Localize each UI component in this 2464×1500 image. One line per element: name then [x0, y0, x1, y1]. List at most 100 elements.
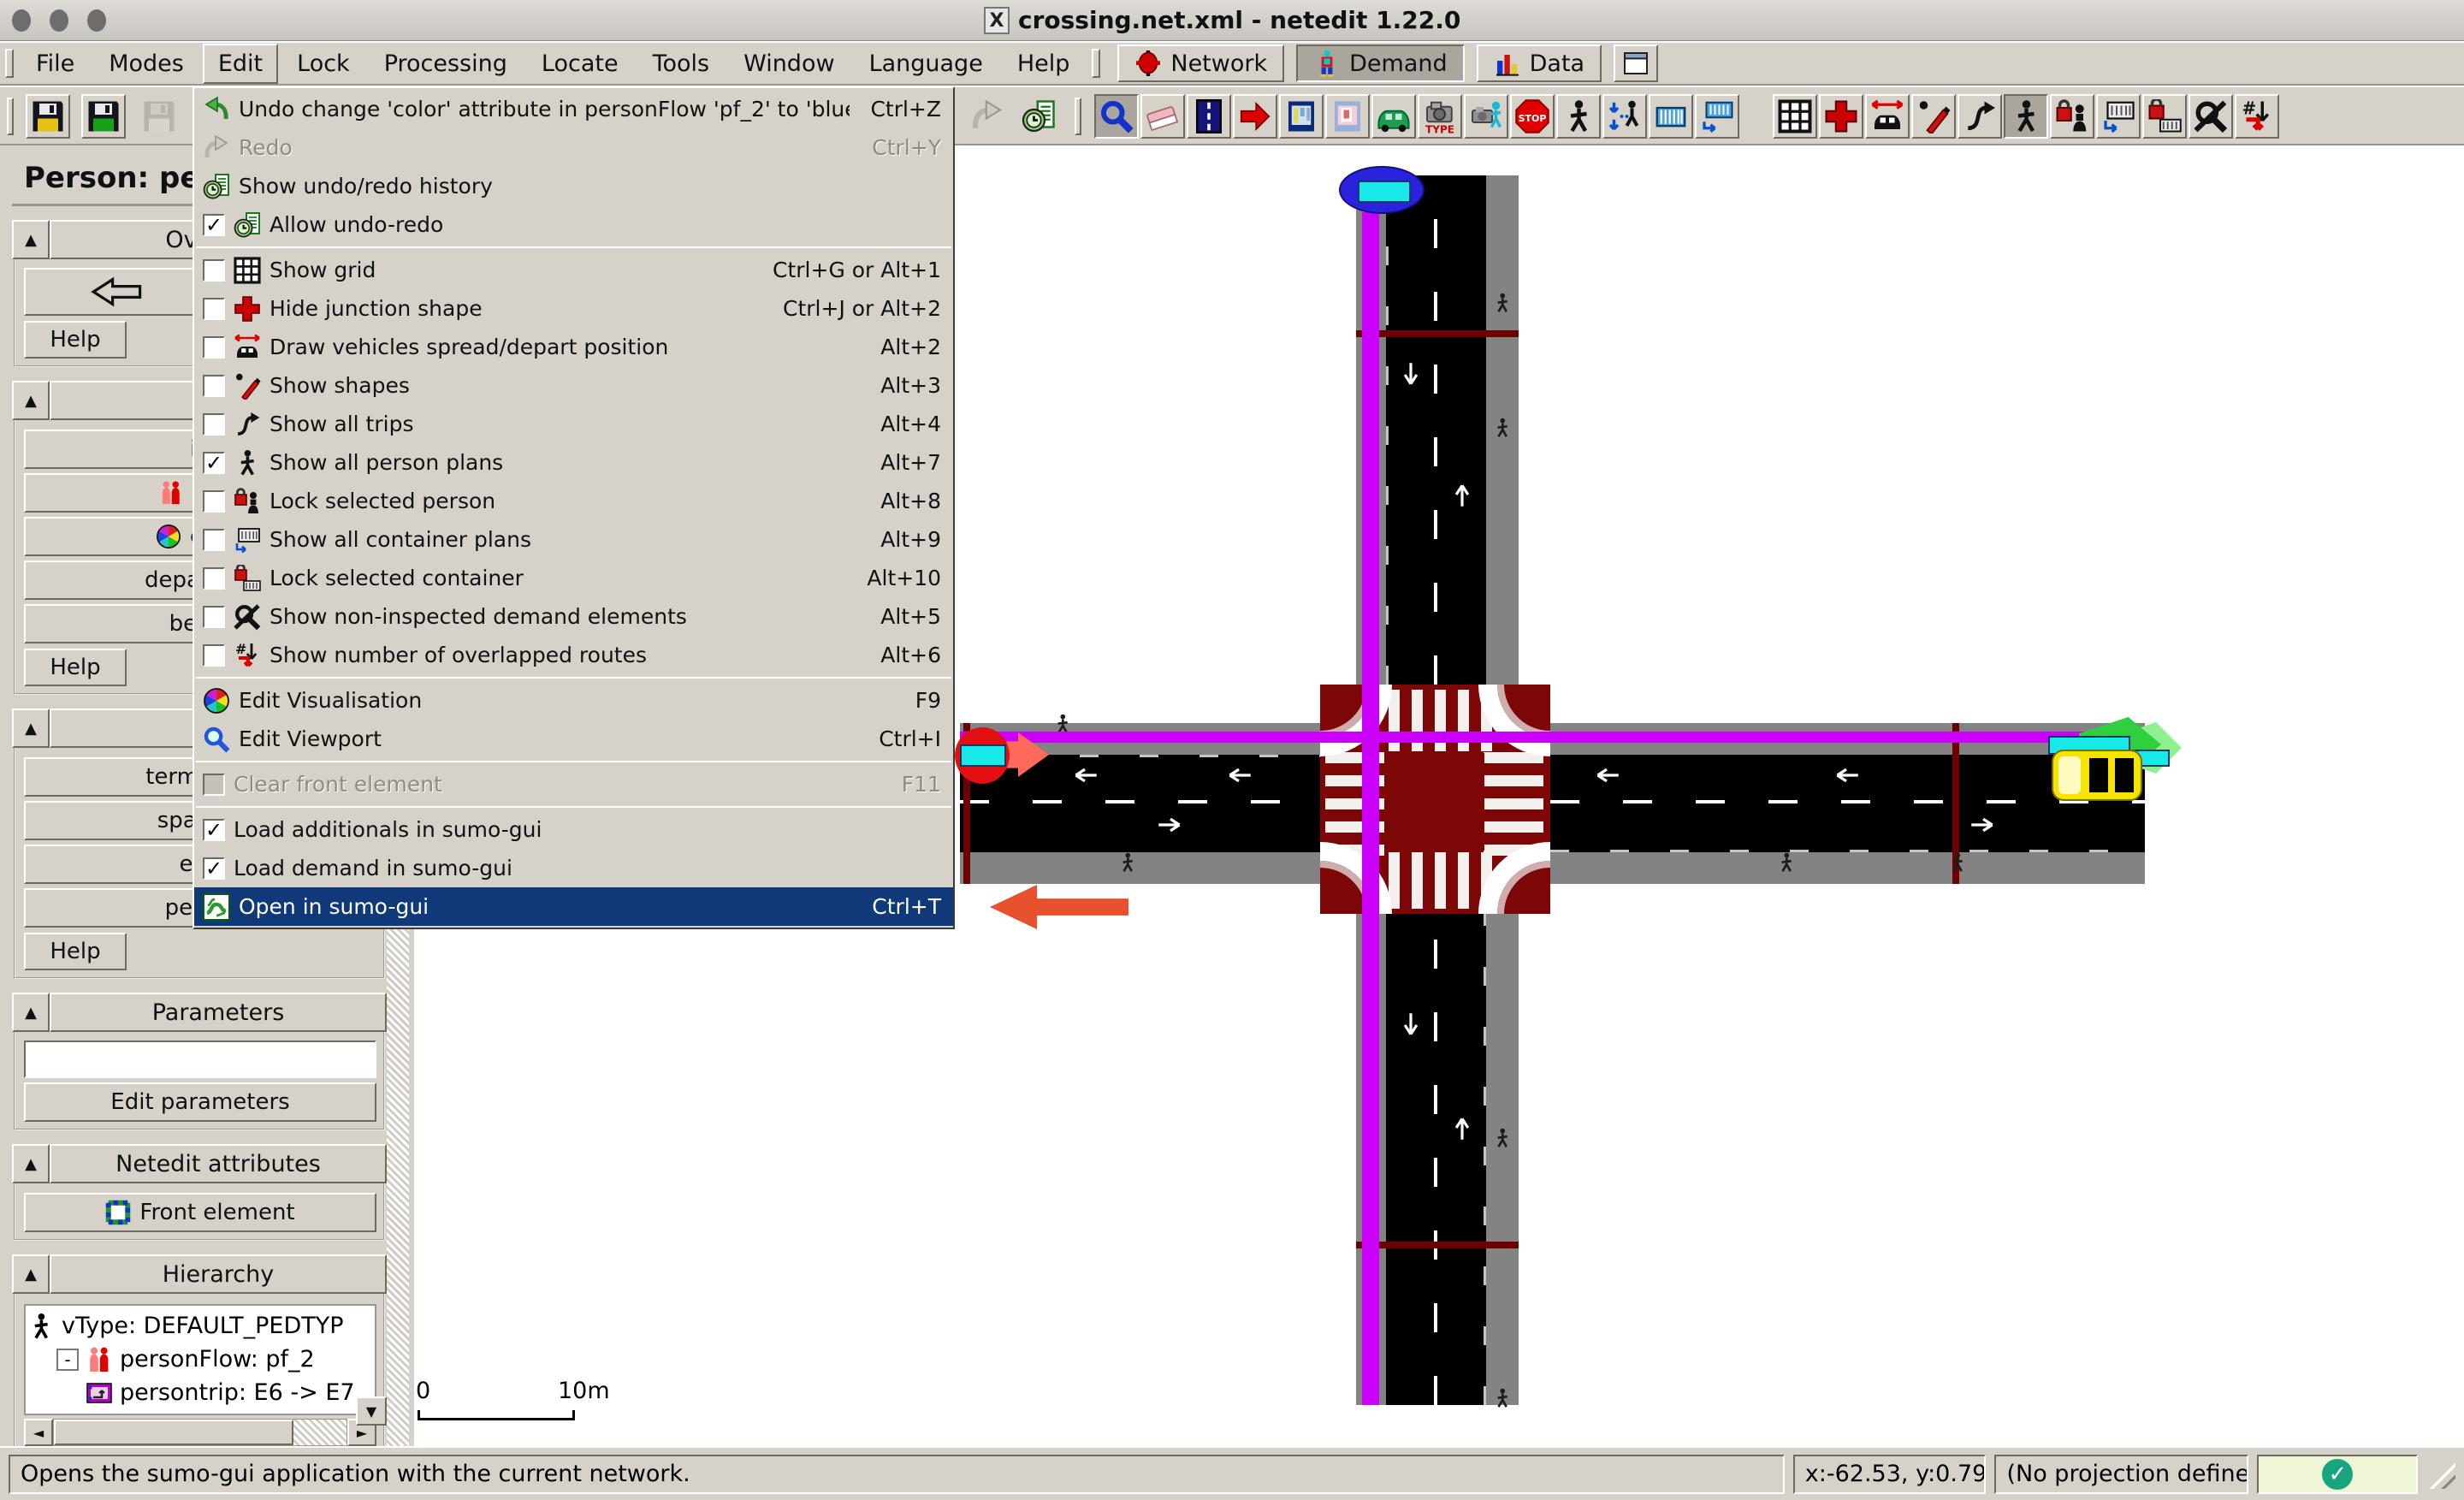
group-label-button[interactable]: Parameters — [50, 993, 387, 1032]
toggle-show-trips-button[interactable] — [1958, 94, 2002, 139]
checkbox[interactable]: ✓ — [203, 452, 225, 474]
junction[interactable] — [1320, 685, 1550, 914]
menu-lock[interactable]: Lock — [281, 44, 365, 84]
checkbox[interactable]: ✓ — [203, 819, 225, 841]
menu-show-person-plans[interactable]: ✓Show all person plansAlt+7 — [194, 443, 953, 482]
menu-show-noninspected[interactable]: Show non-inspected demand elementsAlt+5 — [194, 597, 953, 636]
collapse-button[interactable]: ▲ — [12, 993, 50, 1032]
flow-vehicle-marker[interactable] — [1339, 166, 1428, 217]
checkbox[interactable] — [203, 606, 225, 628]
checkbox[interactable]: ✓ — [203, 857, 225, 880]
toggle-show-overlapped-button[interactable]: # — [2235, 94, 2279, 139]
menu-undo[interactable]: Undo change 'color' attribute in personF… — [194, 90, 953, 128]
menu-window[interactable]: Window — [728, 44, 850, 84]
resize-grip[interactable] — [2426, 1460, 2455, 1489]
menu-help[interactable]: Help — [1002, 44, 1086, 84]
person-mode-button[interactable] — [1556, 94, 1601, 139]
move-mode-button[interactable] — [1187, 94, 1231, 139]
menubar-grip2[interactable] — [1092, 49, 1100, 78]
route-line-vertical[interactable] — [1362, 212, 1379, 1405]
window-maximize-button[interactable] — [87, 9, 106, 32]
help-button[interactable]: Help — [24, 649, 127, 686]
menu-language[interactable]: Language — [854, 44, 998, 84]
busstop-mode-button[interactable] — [1279, 94, 1324, 139]
toggle-grid-button[interactable] — [1773, 94, 1817, 139]
window-close-button[interactable] — [12, 9, 31, 32]
checkbox[interactable]: ✓ — [203, 214, 225, 236]
checkbox[interactable] — [203, 375, 225, 397]
menu-show-shapes[interactable]: Show shapesAlt+3 — [194, 366, 953, 405]
menu-edit[interactable]: Edit — [203, 44, 278, 84]
delete-mode-button[interactable] — [1140, 94, 1185, 139]
front-element-button[interactable]: Front element — [24, 1193, 376, 1232]
checkbox[interactable] — [203, 529, 225, 551]
menu-load-additionals[interactable]: ✓Load additionals in sumo-gui — [194, 810, 953, 849]
checkbox[interactable] — [203, 298, 225, 320]
route-line-horizontal[interactable] — [960, 732, 2145, 743]
toggle-container-plans-button[interactable] — [2096, 94, 2141, 139]
checkbox[interactable] — [203, 413, 225, 436]
toggle-lock-container-button[interactable] — [2142, 94, 2187, 139]
toolbar-grip[interactable] — [7, 98, 14, 135]
parameters-input[interactable] — [24, 1041, 376, 1078]
route-mode-button[interactable] — [1233, 94, 1277, 139]
vehicle-mode-button[interactable] — [1371, 94, 1416, 139]
menu-show-grid[interactable]: Show gridCtrl+G or Alt+1 — [194, 251, 953, 289]
window-controls[interactable] — [12, 9, 106, 32]
menu-edit-visualisation[interactable]: Edit VisualisationF9 — [194, 681, 953, 720]
checkbox[interactable] — [203, 567, 225, 590]
inspect-mode-button[interactable] — [1094, 94, 1139, 139]
help-button[interactable]: Help — [24, 321, 127, 359]
menu-hide-junction-shape[interactable]: Hide junction shapeCtrl+J or Alt+2 — [194, 289, 953, 328]
toggle-junction-shape-button[interactable] — [1819, 94, 1863, 139]
menu-lock-person[interactable]: Lock selected personAlt+8 — [194, 482, 953, 520]
collapse-button[interactable]: ▲ — [12, 1144, 50, 1183]
type-distribution-mode-button[interactable] — [1464, 94, 1508, 139]
person-stop-mode-button[interactable] — [1325, 94, 1370, 139]
menu-show-container-plans[interactable]: Show all container plansAlt+9 — [194, 520, 953, 559]
menu-edit-viewport[interactable]: Edit ViewportCtrl+I — [194, 720, 953, 758]
menubar-grip[interactable] — [5, 49, 14, 78]
toggle-show-noninspected-button[interactable] — [2189, 94, 2233, 139]
toggle-show-shapes-button[interactable] — [1911, 94, 1956, 139]
supermode-network-button[interactable]: Network — [1117, 44, 1284, 82]
menu-allow-undo-redo[interactable]: ✓Allow undo-redo — [194, 205, 953, 244]
menu-locate[interactable]: Locate — [526, 44, 634, 84]
toolbar-grip[interactable] — [1075, 98, 1081, 135]
toggle-draw-spread-button[interactable] — [1865, 94, 1910, 139]
collapse-button[interactable]: ▲ — [12, 381, 50, 420]
sidebar-scroll-down-button[interactable]: ▼ — [356, 1396, 387, 1426]
menu-file[interactable]: File — [21, 44, 90, 84]
person-plan-mode-button[interactable] — [1602, 94, 1647, 139]
edit-parameters-button[interactable]: Edit parameters — [24, 1082, 376, 1122]
hierarchy-tree[interactable]: vType: DEFAULT_PEDTYP-personFlow: pf_2pe… — [24, 1304, 376, 1415]
type-mode-button[interactable]: TYPE — [1418, 94, 1462, 139]
menu-open-in-sumo-gui[interactable]: Open in sumo-guiCtrl+T — [194, 887, 953, 926]
scroll-left-button[interactable]: ◄ — [24, 1419, 53, 1446]
container-mode-button[interactable] — [1649, 94, 1693, 139]
menu-lock-container[interactable]: Lock selected containerAlt+10 — [194, 559, 953, 597]
supermode-data-button[interactable]: Data — [1477, 44, 1602, 82]
menu-show-all-trips[interactable]: Show all tripsAlt+4 — [194, 405, 953, 443]
checkbox[interactable] — [203, 336, 225, 359]
scroll-thumb[interactable] — [54, 1420, 293, 1445]
collapse-button[interactable]: ▲ — [12, 708, 50, 748]
tree-item[interactable]: -personFlow: pf_2 — [27, 1343, 373, 1376]
personflow-origin-marker[interactable] — [955, 726, 1066, 786]
collapse-button[interactable]: ▲ — [12, 1254, 50, 1294]
window-minimize-button[interactable] — [50, 9, 68, 32]
menu-show-overlapped[interactable]: #Show number of overlapped routesAlt+6 — [194, 636, 953, 674]
menu-load-demand[interactable]: ✓Load demand in sumo-gui — [194, 849, 953, 887]
previous-element-button[interactable] — [24, 268, 212, 316]
group-label-button[interactable]: Hierarchy — [50, 1254, 387, 1294]
tree-expander-icon[interactable]: - — [56, 1349, 79, 1371]
menu-draw-spread[interactable]: Draw vehicles spread/depart positionAlt+… — [194, 328, 953, 366]
stop-mode-button[interactable]: STOP — [1510, 94, 1555, 139]
checkbox[interactable] — [203, 259, 225, 282]
hierarchy-hscrollbar[interactable]: ◄► — [24, 1419, 376, 1446]
tree-item[interactable]: persontrip: E6 -> E7 — [27, 1376, 373, 1409]
menu-processing[interactable]: Processing — [369, 44, 523, 84]
osg-view-button[interactable] — [1614, 44, 1658, 82]
menu-tools[interactable]: Tools — [637, 44, 726, 84]
collapse-button[interactable]: ▲ — [12, 220, 50, 259]
